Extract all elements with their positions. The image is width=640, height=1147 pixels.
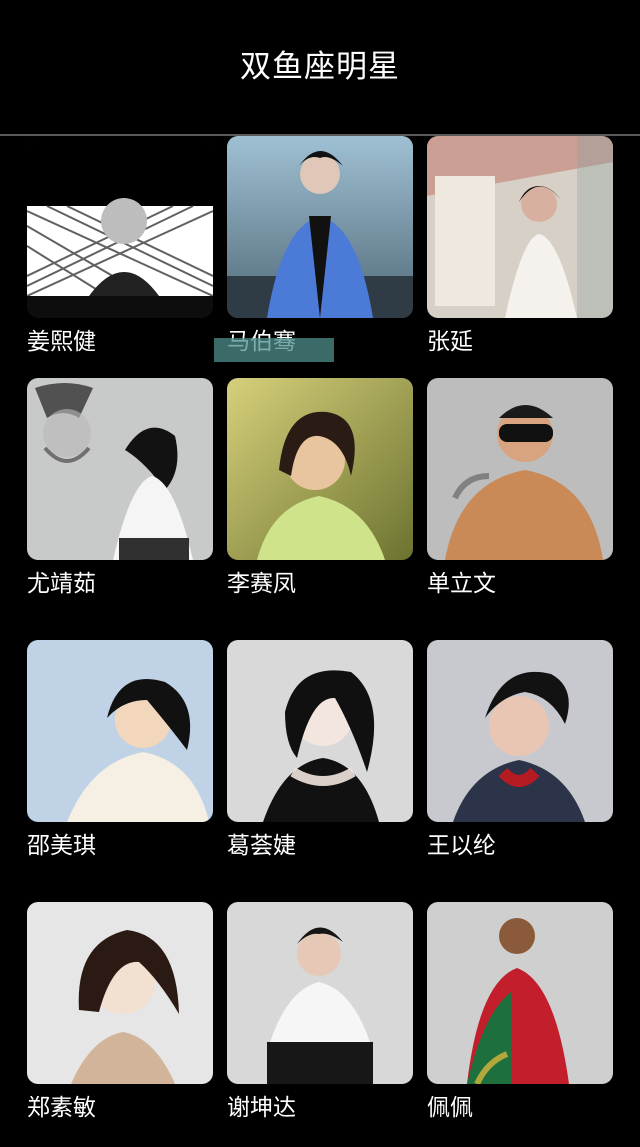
- portrait-image: [227, 640, 413, 822]
- page-header: 双鱼座明星: [0, 0, 640, 134]
- portrait-image: [227, 136, 413, 318]
- portrait-image: [227, 902, 413, 1084]
- page-title: 双鱼座明星: [240, 48, 400, 85]
- celebrity-card[interactable]: 张延: [427, 136, 613, 355]
- celebrity-card[interactable]: 姜熙健: [27, 136, 213, 355]
- celebrity-photo: [227, 902, 413, 1084]
- celebrity-card[interactable]: 单立文: [427, 378, 613, 597]
- celebrity-card[interactable]: 谢坤达: [227, 902, 413, 1121]
- celebrity-photo: [227, 136, 413, 318]
- celebrity-name: 王以纶: [427, 833, 496, 859]
- celebrity-name: 郑素敏: [27, 1095, 96, 1121]
- celebrity-photo: [427, 136, 613, 318]
- celebrity-card[interactable]: 马伯骞: [227, 136, 413, 355]
- celebrity-name: 李赛凤: [227, 571, 296, 597]
- celebrity-card[interactable]: 尤靖茹: [27, 378, 213, 597]
- celebrity-photo: [427, 640, 613, 822]
- celebrity-card[interactable]: 王以纶: [427, 640, 613, 859]
- celebrity-photo: [27, 378, 213, 560]
- portrait-image: [427, 378, 613, 560]
- celebrity-card[interactable]: 邵美琪: [27, 640, 213, 859]
- celebrity-photo: [227, 640, 413, 822]
- portrait-image: [27, 378, 213, 560]
- celebrity-card[interactable]: 郑素敏: [27, 902, 213, 1121]
- portrait-image: [427, 136, 613, 318]
- celebrity-photo: [427, 378, 613, 560]
- celebrity-card[interactable]: 李赛凤: [227, 378, 413, 597]
- celebrity-card[interactable]: 葛荟婕: [227, 640, 413, 859]
- celebrity-name: 佩佩: [427, 1095, 473, 1121]
- redaction-bar: [214, 338, 334, 362]
- celebrity-name: 谢坤达: [227, 1095, 296, 1121]
- celebrity-name: 张延: [427, 329, 473, 355]
- portrait-image: [27, 640, 213, 822]
- celebrity-photo: [27, 136, 213, 318]
- portrait-image: [27, 902, 213, 1084]
- celebrity-name: 姜熙健: [27, 329, 96, 355]
- celebrity-photo: [427, 902, 613, 1084]
- celebrity-card[interactable]: 佩佩: [427, 902, 613, 1121]
- celebrity-name: 葛荟婕: [227, 833, 296, 859]
- portrait-image: [27, 136, 213, 318]
- portrait-image: [227, 378, 413, 560]
- celebrity-photo: [27, 902, 213, 1084]
- celebrity-photo: [227, 378, 413, 560]
- celebrity-name: 单立文: [427, 571, 496, 597]
- portrait-image: [427, 640, 613, 822]
- celebrity-photo: [27, 640, 213, 822]
- celebrity-name: 尤靖茹: [27, 571, 96, 597]
- celebrity-name: 邵美琪: [27, 833, 96, 859]
- portrait-image: [427, 902, 613, 1084]
